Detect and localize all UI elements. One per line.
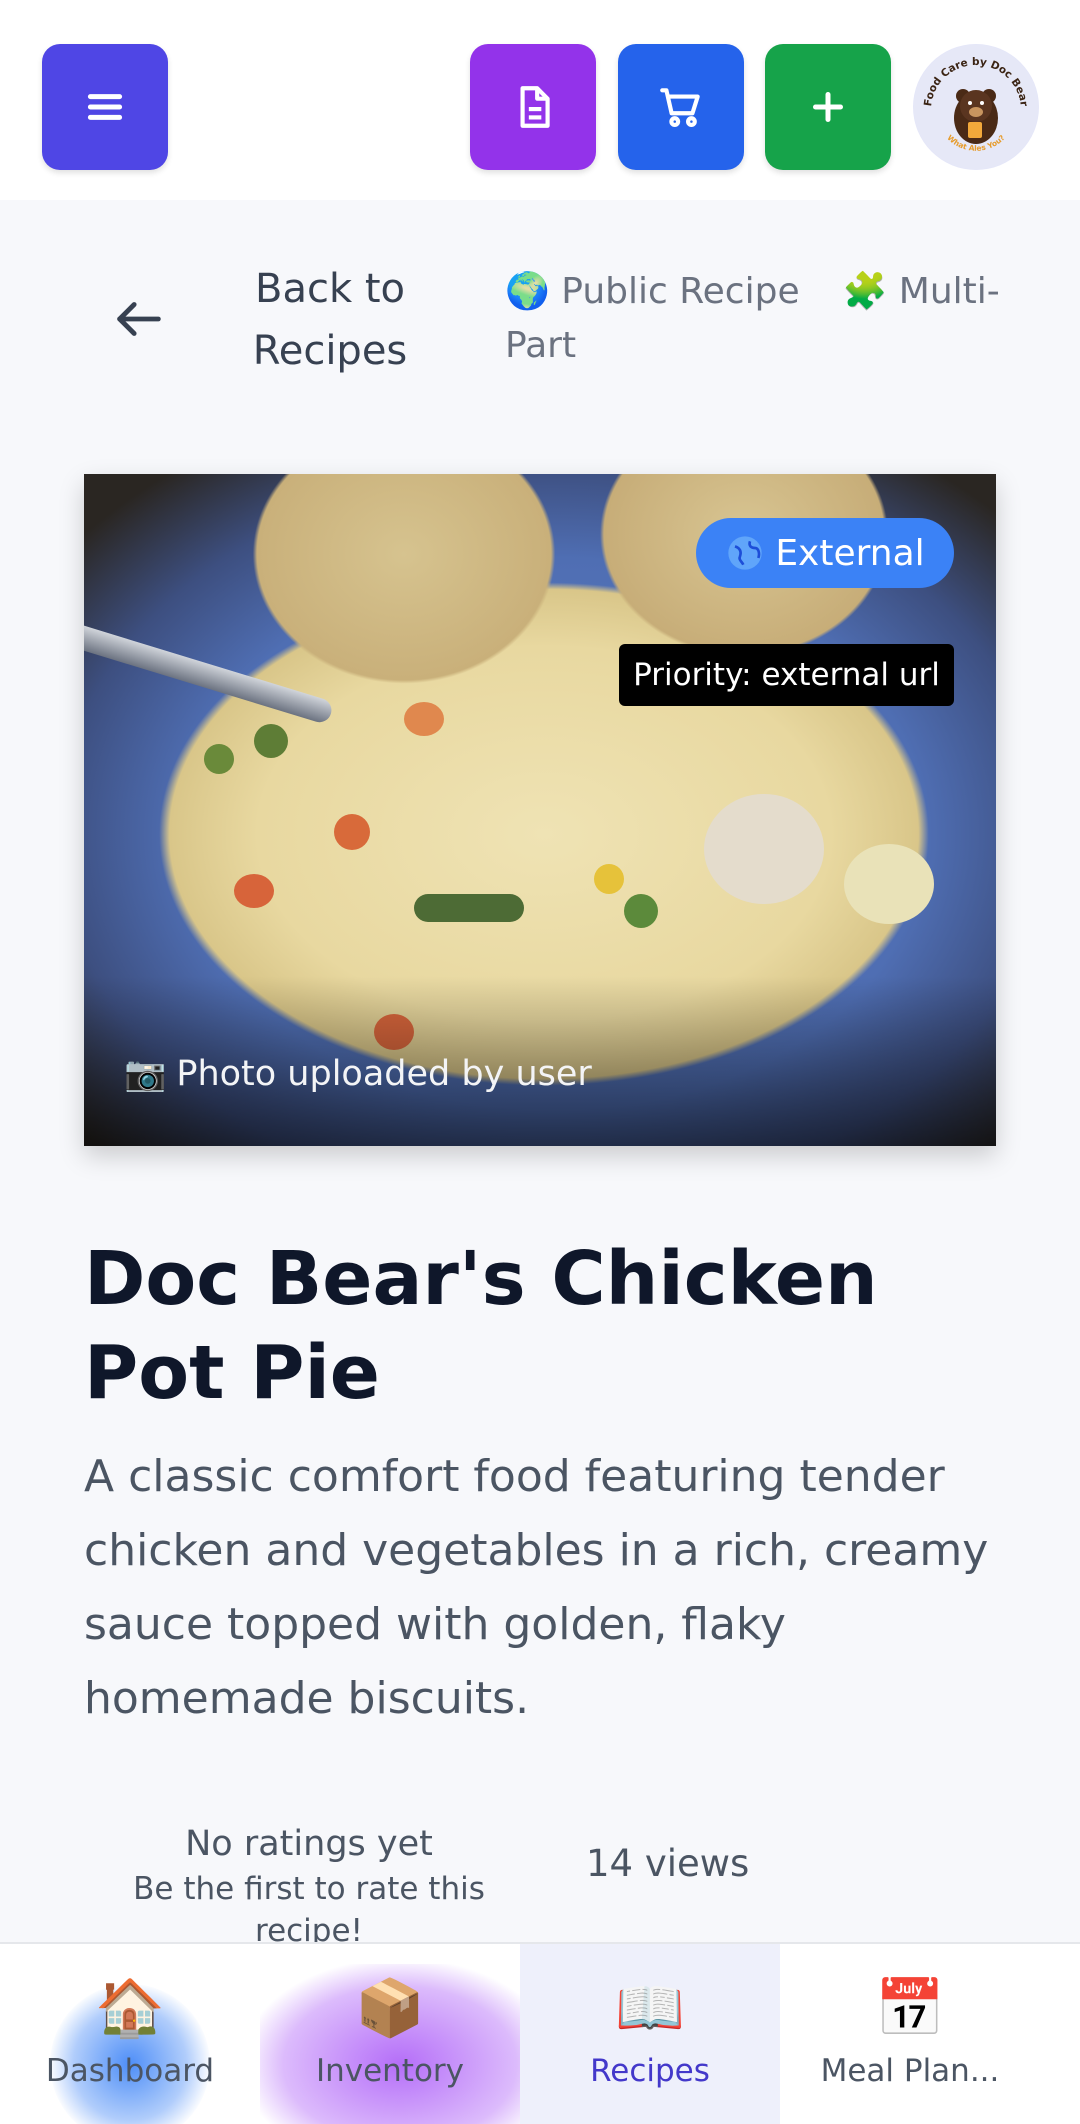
- house-icon: 🏠: [95, 1976, 165, 2041]
- plus-icon: [813, 92, 843, 122]
- photo-caption: 📷 Photo uploaded by user: [124, 1054, 592, 1094]
- public-recipe-badge: Public Recipe: [561, 271, 800, 312]
- shopping-cart-icon: [660, 88, 700, 127]
- app-header: Food Care by Doc Bear What Ales You?: [0, 0, 1080, 200]
- carrot-piece: [334, 814, 370, 850]
- pea: [204, 744, 234, 774]
- external-badge-label: External: [775, 532, 925, 574]
- recipe-photo: External Priority: external url 📷 Photo …: [84, 474, 996, 1146]
- nav-inventory[interactable]: 📦 Inventory: [260, 1944, 520, 2124]
- recipe-badges: 🌍 Public Recipe 🧩 Multi-Part: [505, 265, 1025, 373]
- shopping-cart-button[interactable]: [618, 44, 744, 170]
- nav-dashboard[interactable]: 🏠 Dashboard: [0, 1944, 260, 2124]
- carrot-piece: [234, 874, 274, 908]
- calendar-icon: 📅: [875, 1976, 945, 2041]
- priority-tooltip: Priority: external url: [619, 644, 954, 706]
- bottom-navigation: 🏠 Dashboard 📦 Inventory 📖 Recipes 📅 Meal…: [0, 1942, 1080, 2124]
- green-bean: [414, 894, 524, 922]
- pea: [624, 894, 658, 928]
- nav-inventory-label: Inventory: [315, 2053, 465, 2089]
- corn-piece: [594, 864, 624, 894]
- document-icon: [520, 86, 550, 128]
- photo-caption-text: Photo uploaded by user: [176, 1054, 592, 1094]
- doc-bear-logo: Food Care by Doc Bear What Ales You?: [914, 45, 1038, 169]
- documents-button[interactable]: [470, 44, 596, 170]
- profile-avatar[interactable]: Food Care by Doc Bear What Ales You?: [913, 44, 1039, 170]
- nav-recipes-label: Recipes: [590, 2053, 710, 2089]
- nav-meal-plan-label: Meal Plan...: [820, 2053, 1000, 2089]
- hamburger-menu-icon: [87, 94, 123, 120]
- ratings-block[interactable]: No ratings yet Be the first to rate this…: [84, 1820, 534, 1952]
- pea: [254, 724, 288, 758]
- add-button[interactable]: [765, 44, 891, 170]
- puzzle-icon: 🧩: [842, 271, 888, 312]
- nav-meal-plan[interactable]: 📅 Meal Plan...: [780, 1944, 1040, 2124]
- camera-icon: 📷: [124, 1054, 167, 1094]
- nav-dashboard-label: Dashboard: [45, 2053, 215, 2089]
- package-icon: 📦: [355, 1976, 425, 2041]
- view-count: 14 views: [586, 1842, 750, 1885]
- back-to-recipes-link[interactable]: Back to Recipes: [230, 258, 430, 382]
- external-source-badge: External: [696, 518, 954, 588]
- chicken-piece: [704, 794, 824, 904]
- globe-icon: [728, 536, 762, 570]
- recipe-nav-row: Back to Recipes 🌍 Public Recipe 🧩 Multi-…: [0, 240, 1080, 400]
- recipe-title: Doc Bear's Chicken Pot Pie: [84, 1236, 878, 1416]
- ratings-prompt: Be the first to rate this recipe!: [133, 1871, 485, 1949]
- globe-icon: 🌍: [505, 271, 550, 312]
- ratings-status: No ratings yet: [185, 1824, 433, 1864]
- open-book-icon: 📖: [615, 1976, 685, 2041]
- spoon: [84, 614, 335, 726]
- carrot-piece: [404, 702, 444, 736]
- arrow-left-icon[interactable]: [110, 290, 168, 348]
- menu-button[interactable]: [42, 44, 168, 170]
- potato-piece: [844, 844, 934, 924]
- recipe-description: A classic comfort food featuring tender …: [84, 1451, 989, 1724]
- nav-recipes[interactable]: 📖 Recipes: [520, 1944, 780, 2124]
